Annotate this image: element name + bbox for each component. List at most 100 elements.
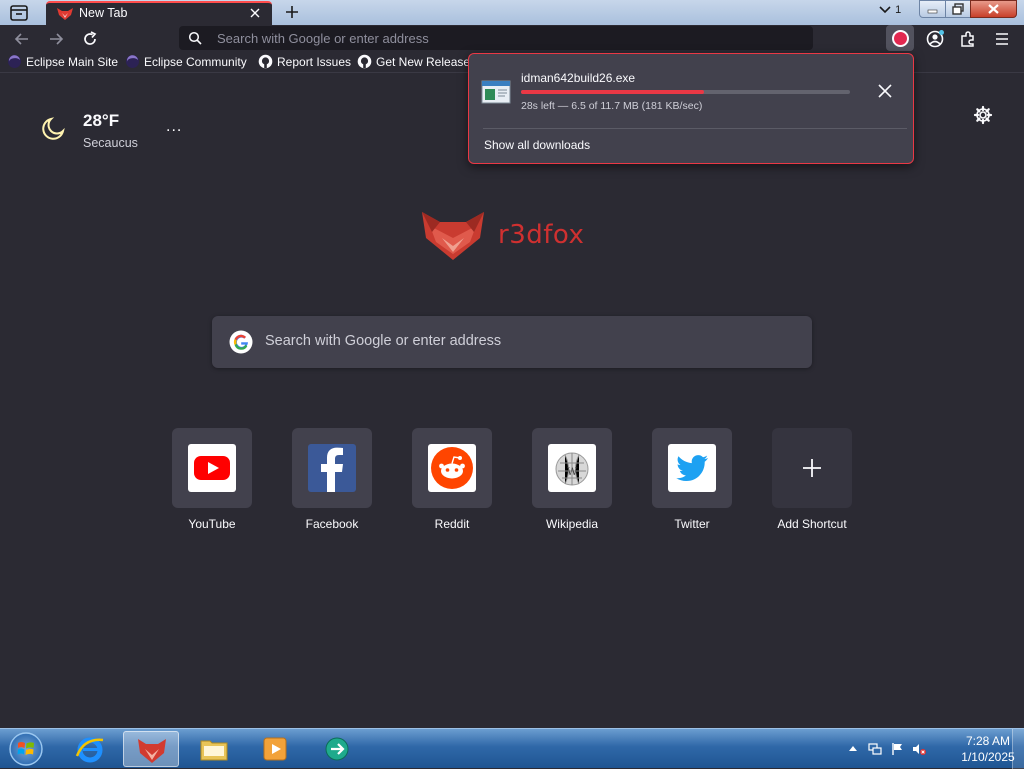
taskbar-media-player[interactable] xyxy=(247,731,303,767)
shortcut-reddit[interactable]: Reddit xyxy=(412,428,492,538)
eclipse-icon xyxy=(8,55,21,69)
shortcut-label: Add Shortcut xyxy=(777,517,847,531)
system-tray: 7:28 AM 1/10/2025 xyxy=(834,729,1024,769)
weather-widget[interactable]: 28°F Secaucus ... xyxy=(40,110,200,154)
github-icon xyxy=(357,55,372,69)
list-all-tabs-button[interactable]: 1 xyxy=(878,4,908,20)
taskbar: 7:28 AM 1/10/2025 xyxy=(0,728,1024,769)
minimize-button[interactable] xyxy=(919,0,946,18)
search-icon xyxy=(188,31,202,45)
chevron-down-icon xyxy=(879,6,891,14)
reload-icon[interactable] xyxy=(80,29,100,49)
volume-muted-icon[interactable] xyxy=(912,742,926,756)
downloads-panel: idman642build26.exe 28s left — 6.5 of 11… xyxy=(468,53,914,164)
clock-time: 7:28 AM xyxy=(965,734,1011,748)
bookmark-report-issues[interactable]: Report Issues xyxy=(258,54,351,71)
new-tab-plus-icon[interactable] xyxy=(284,4,300,20)
search-placeholder: Search with Google or enter address xyxy=(265,333,502,349)
taskbar-app-sphere[interactable] xyxy=(309,731,365,767)
taskbar-file-explorer[interactable] xyxy=(186,731,242,767)
download-filename[interactable]: idman642build26.exe xyxy=(521,71,635,85)
add-shortcut-button[interactable]: Add Shortcut xyxy=(772,428,852,538)
brand-name: r3dfox xyxy=(498,220,585,250)
svg-text:W: W xyxy=(567,467,578,478)
download-progress-bar xyxy=(521,90,850,94)
download-progress-fill xyxy=(521,90,704,94)
hamburger-menu-icon[interactable] xyxy=(992,29,1012,49)
tab-new-tab[interactable]: New Tab xyxy=(46,1,272,25)
taskbar-clock[interactable]: 7:28 AM 1/10/2025 xyxy=(956,733,1020,765)
shortcut-label: Twitter xyxy=(674,517,710,531)
start-orb-icon[interactable] xyxy=(6,731,46,767)
google-icon xyxy=(229,330,253,354)
r3dfox-favicon-icon xyxy=(57,8,73,20)
downloads-button[interactable] xyxy=(886,25,914,51)
restore-icon xyxy=(952,3,964,15)
wikipedia-icon: W xyxy=(548,444,596,492)
show-hidden-icons-icon[interactable] xyxy=(846,742,860,756)
action-center-flag-icon[interactable] xyxy=(890,742,904,756)
firefox-view-icon[interactable] xyxy=(8,3,30,23)
bookmark-label: Report Issues xyxy=(277,54,352,69)
r3dfox-logo-icon xyxy=(422,212,484,260)
account-icon[interactable] xyxy=(925,29,945,49)
download-progress-icon xyxy=(892,30,909,47)
weather-more-options-icon[interactable]: ... xyxy=(166,118,186,135)
show-all-downloads-button[interactable]: Show all downloads xyxy=(484,138,590,152)
bookmark-eclipse-community[interactable]: Eclipse Community xyxy=(125,54,247,71)
back-arrow-icon[interactable] xyxy=(12,29,32,49)
extensions-puzzle-icon[interactable] xyxy=(958,29,978,49)
newtab-search-box[interactable]: Search with Google or enter address xyxy=(212,316,812,368)
shortcut-wikipedia[interactable]: W Wikipedia xyxy=(532,428,612,538)
folder-icon xyxy=(200,740,228,761)
shortcut-label: Facebook xyxy=(305,517,359,531)
eclipse-icon xyxy=(126,55,139,69)
close-tab-icon[interactable] xyxy=(248,6,262,20)
globe-arrow-icon xyxy=(325,737,349,761)
bookmark-eclipse-main-site[interactable]: Eclipse Main Site xyxy=(7,54,118,71)
bookmark-label: Get New Releases xyxy=(376,54,477,69)
exe-file-icon xyxy=(481,80,511,104)
youtube-icon xyxy=(188,444,236,492)
show-desktop-button[interactable] xyxy=(1012,729,1024,769)
taskbar-r3dfox[interactable] xyxy=(123,731,179,767)
bookmark-label: Eclipse Community xyxy=(144,54,247,69)
window-close-button[interactable] xyxy=(970,0,1017,18)
internet-explorer-icon xyxy=(75,737,104,763)
tab-strip: New Tab 1 xyxy=(0,0,1024,25)
twitter-icon xyxy=(668,444,716,492)
network-icon[interactable] xyxy=(868,742,882,756)
bookmark-label: Eclipse Main Site xyxy=(26,54,119,69)
reddit-icon xyxy=(428,444,476,492)
download-status: 28s left — 6.5 of 11.7 MB (181 KB/sec) xyxy=(521,100,703,112)
tab-title: New Tab xyxy=(79,6,128,20)
shortcut-youtube[interactable]: YouTube xyxy=(172,428,252,538)
r3dfox-icon xyxy=(138,739,166,763)
divider xyxy=(483,128,907,129)
cancel-download-icon[interactable] xyxy=(877,83,893,99)
plus-icon xyxy=(788,444,836,492)
restore-button[interactable] xyxy=(945,0,971,18)
gear-icon[interactable] xyxy=(972,104,994,126)
media-player-icon xyxy=(263,737,287,761)
address-bar-placeholder: Search with Google or enter address xyxy=(217,31,429,46)
shortcut-label: YouTube xyxy=(188,517,236,531)
bookmark-get-new-releases[interactable]: Get New Releases xyxy=(357,54,476,71)
r3dfox-logo: r3dfox xyxy=(420,208,620,264)
tab-count: 1 xyxy=(895,4,902,17)
navigation-toolbar: Search with Google or enter address xyxy=(0,25,1024,52)
forward-arrow-icon[interactable] xyxy=(46,29,66,49)
facebook-icon xyxy=(308,444,356,492)
shortcut-label: Wikipedia xyxy=(545,517,599,531)
weather-temperature: 28°F xyxy=(83,111,120,130)
minimize-icon xyxy=(927,9,938,14)
close-icon xyxy=(988,4,999,14)
address-bar[interactable]: Search with Google or enter address xyxy=(179,26,813,50)
taskbar-internet-explorer[interactable] xyxy=(62,731,118,767)
shortcut-label: Reddit xyxy=(434,517,470,531)
shortcut-twitter[interactable]: Twitter xyxy=(652,428,732,538)
weather-location: Secaucus xyxy=(83,136,138,150)
shortcut-facebook[interactable]: Facebook xyxy=(292,428,372,538)
github-icon xyxy=(258,55,273,69)
moon-icon xyxy=(42,117,65,140)
